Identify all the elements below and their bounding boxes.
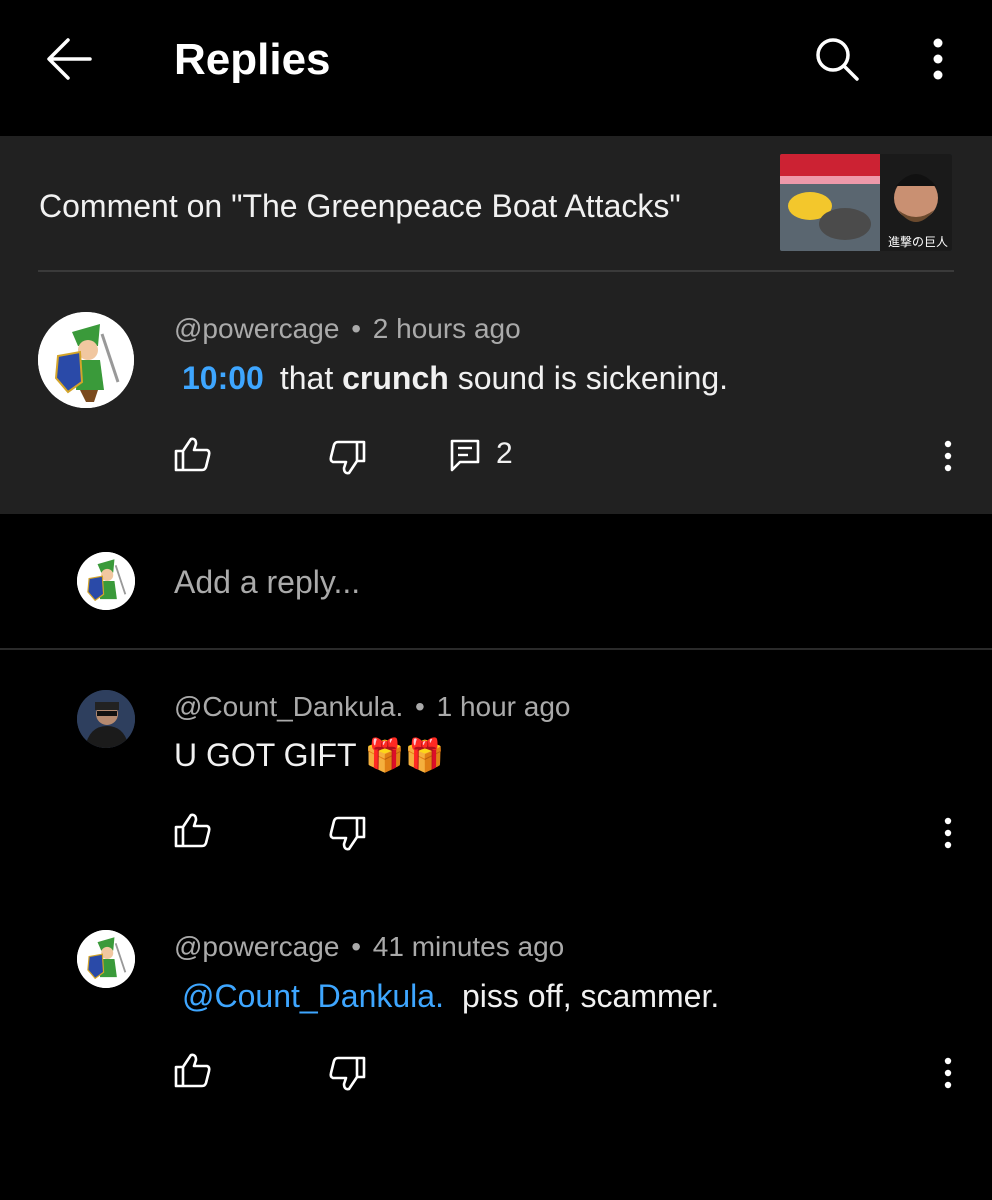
comment-meta: @Count_Dankula. • 1 hour ago: [174, 690, 571, 724]
add-reply-input[interactable]: Add a reply...: [174, 562, 934, 602]
comment-author[interactable]: @Count_Dankula.: [174, 691, 403, 722]
thumbs-up-icon: [174, 1053, 211, 1088]
comment-author[interactable]: @powercage: [174, 313, 339, 344]
thumbs-up-icon: [174, 437, 211, 472]
comment-icon: [450, 439, 480, 472]
comment-time: 41 minutes ago: [372, 931, 565, 962]
page-title: Replies: [174, 35, 331, 84]
like-button[interactable]: [173, 810, 213, 850]
more-vertical-icon: [944, 1057, 952, 1089]
more-vertical-icon: [933, 38, 943, 80]
comment-time: 2 hours ago: [372, 313, 521, 344]
comment-text-part: that: [279, 360, 343, 396]
link-avatar-image: [38, 312, 134, 408]
comment-text-part: piss off, scammer.: [461, 978, 720, 1014]
like-button[interactable]: [173, 1050, 213, 1090]
comment-text: U GOT GIFT 🎁🎁: [174, 737, 445, 773]
thumbs-down-icon: [329, 440, 366, 475]
thumbs-up-icon: [174, 813, 211, 848]
comment-meta: @powercage • 2 hours ago: [174, 312, 521, 346]
meta-separator: •: [351, 931, 361, 962]
more-vertical-icon: [944, 817, 952, 849]
back-button[interactable]: [44, 36, 94, 82]
more-options-button[interactable]: [920, 36, 956, 82]
link-avatar-image: [77, 930, 135, 988]
timestamp-link[interactable]: 10:00: [182, 360, 264, 396]
comment-text: 10:00 that crunch sound is sickening.: [182, 358, 728, 398]
dislike-button[interactable]: [327, 1054, 367, 1094]
comment-more-button[interactable]: [936, 436, 960, 476]
comment-more-button[interactable]: [936, 1053, 960, 1093]
video-thumbnail[interactable]: 進撃の巨人: [780, 154, 952, 251]
mention-link[interactable]: @Count_Dankula.: [182, 978, 444, 1014]
meta-separator: •: [415, 691, 425, 722]
comment-meta: @powercage • 41 minutes ago: [174, 930, 564, 964]
comment-more-button[interactable]: [936, 813, 960, 853]
like-button[interactable]: [173, 434, 213, 474]
meta-separator: •: [351, 313, 361, 344]
link-avatar-image: [77, 552, 135, 610]
thumbs-down-icon: [329, 1056, 366, 1091]
divider: [38, 270, 954, 272]
reply-button[interactable]: [448, 436, 488, 476]
arrow-left-icon: [47, 38, 92, 80]
thumbs-down-icon: [329, 816, 366, 851]
avatar[interactable]: [38, 312, 134, 408]
reply-count: 2: [496, 437, 513, 470]
divider: [0, 648, 992, 650]
search-icon: [816, 38, 859, 81]
avatar[interactable]: [77, 690, 135, 748]
dankula-avatar-image: [77, 690, 135, 748]
avatar[interactable]: [77, 930, 135, 988]
search-button[interactable]: [812, 36, 862, 82]
comment-author[interactable]: @powercage: [174, 931, 339, 962]
dislike-button[interactable]: [327, 438, 367, 478]
more-vertical-icon: [944, 440, 952, 472]
current-user-avatar: [77, 552, 135, 610]
comment-time: 1 hour ago: [436, 691, 571, 722]
comment-text: @Count_Dankula. piss off, scammer.: [182, 976, 719, 1016]
comment-text-part: sound is sickening.: [448, 360, 729, 396]
video-context-title[interactable]: Comment on "The Greenpeace Boat Attacks": [39, 186, 681, 226]
dislike-button[interactable]: [327, 814, 367, 854]
svg-text:進撃の巨人: 進撃の巨人: [888, 234, 948, 249]
comment-text-bold: crunch: [342, 360, 449, 396]
thumbnail-image: 進撃の巨人: [780, 154, 952, 251]
